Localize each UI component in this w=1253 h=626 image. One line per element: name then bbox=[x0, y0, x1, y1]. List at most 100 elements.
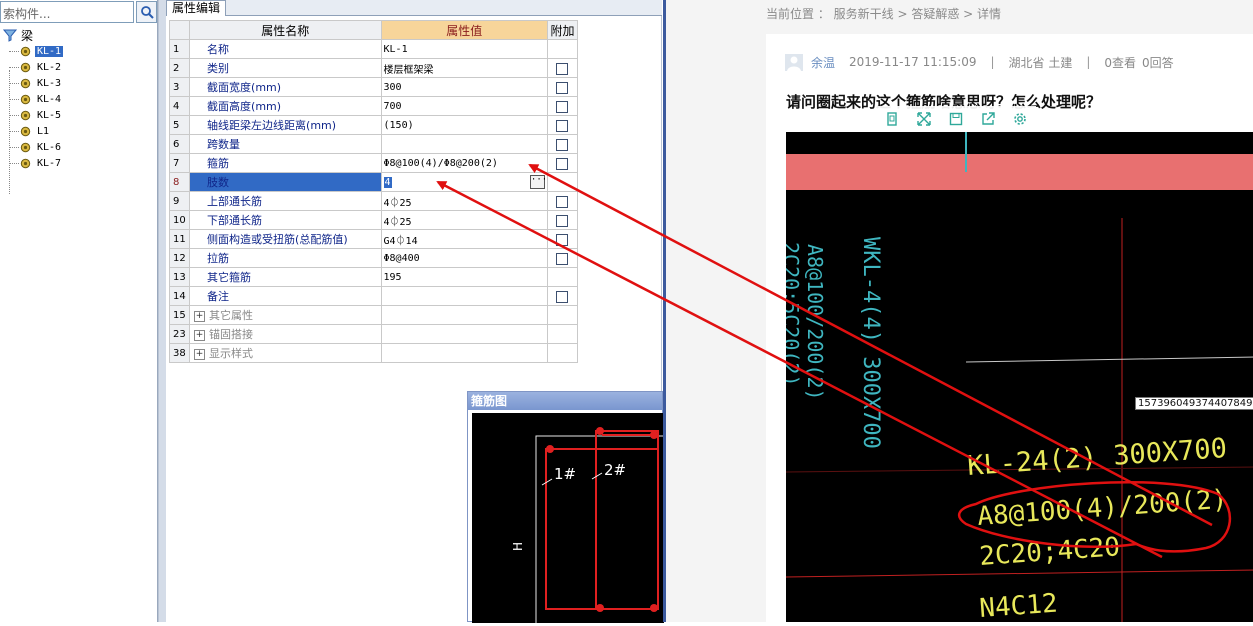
property-row[interactable]: 2 类别 楼层框架梁 bbox=[168, 58, 579, 78]
property-name[interactable]: 类别 bbox=[189, 58, 382, 78]
stirrup-diagram-window[interactable]: 箍筋图 1# 2# H bbox=[467, 391, 677, 626]
property-group-name[interactable]: + 显示样式 bbox=[189, 343, 382, 363]
property-name[interactable]: 上部通长筋 bbox=[189, 191, 382, 211]
property-name[interactable]: 拉筋 bbox=[189, 248, 382, 268]
image-save-button[interactable] bbox=[940, 106, 972, 132]
tree-item-kl-5[interactable]: KL-5 bbox=[0, 107, 158, 123]
extra-checkbox[interactable] bbox=[556, 62, 569, 75]
property-name-header[interactable]: 属性名称 bbox=[189, 20, 382, 40]
tab-property-edit[interactable]: 属性编辑 bbox=[166, 0, 227, 16]
extra-checkbox[interactable] bbox=[556, 252, 569, 265]
property-row[interactable]: 12 拉筋 Φ8@400 bbox=[168, 248, 579, 268]
extra-checkbox[interactable] bbox=[556, 233, 569, 246]
image-open-button[interactable] bbox=[972, 106, 1004, 132]
property-row[interactable]: 15 + 其它属性 bbox=[168, 305, 579, 325]
property-name[interactable]: 侧面构造或受扭筋(总配筋值) bbox=[189, 229, 382, 249]
tree-item-l1[interactable]: L1 bbox=[0, 123, 158, 139]
property-row[interactable]: 3 截面宽度(mm) 300 bbox=[168, 77, 579, 97]
tree-item-kl-3[interactable]: KL-3 bbox=[0, 75, 158, 91]
property-name[interactable]: 其它箍筋 bbox=[189, 267, 382, 287]
property-row[interactable]: 11 侧面构造或受扭筋(总配筋值) G4⏀14 bbox=[168, 229, 579, 249]
property-row[interactable]: 14 备注 bbox=[168, 286, 579, 306]
property-name[interactable]: 下部通长筋 bbox=[189, 210, 382, 230]
property-row[interactable]: 9 上部通长筋 4⏀25 bbox=[168, 191, 579, 211]
property-value[interactable]: (150) bbox=[380, 115, 548, 135]
property-value[interactable]: G4⏀14 bbox=[380, 229, 548, 249]
tree-item-kl-2[interactable]: KL-2 bbox=[0, 59, 158, 75]
search-input[interactable]: 索构件... bbox=[0, 1, 134, 23]
property-value[interactable] bbox=[380, 305, 548, 325]
property-name[interactable]: 轴线距梁左边线距离(mm) bbox=[189, 115, 382, 135]
question-photo[interactable]: WKL-4(4) 300X700 A8@100/200(2) 2C20;5C20… bbox=[786, 132, 1253, 622]
property-value-header[interactable]: 属性值 bbox=[380, 20, 548, 40]
property-value-editor[interactable]: 4 ··· bbox=[380, 172, 548, 192]
extra-checkbox[interactable] bbox=[556, 214, 569, 227]
extra-cell[interactable] bbox=[546, 58, 579, 78]
image-fullscreen-button[interactable] bbox=[908, 106, 940, 132]
property-value[interactable] bbox=[380, 343, 548, 363]
expand-icon[interactable]: + bbox=[194, 329, 206, 341]
property-group-name[interactable]: + 锚固搭接 bbox=[189, 324, 382, 344]
property-value[interactable]: 楼层框架梁 bbox=[380, 58, 548, 78]
property-value[interactable]: Φ8@400 bbox=[380, 248, 548, 268]
image-original-button[interactable] bbox=[876, 106, 908, 132]
extra-header[interactable]: 附加 bbox=[546, 20, 579, 40]
property-name[interactable]: 备注 bbox=[189, 286, 382, 306]
property-row[interactable]: 38 + 显示样式 bbox=[168, 343, 579, 363]
property-name[interactable]: 截面宽度(mm) bbox=[189, 77, 382, 97]
property-value[interactable] bbox=[380, 134, 548, 154]
extra-cell[interactable] bbox=[546, 153, 579, 173]
property-row[interactable]: 6 跨数量 bbox=[168, 134, 579, 154]
stirrup-window-title[interactable]: 箍筋图 bbox=[468, 392, 662, 410]
property-row[interactable]: 13 其它箍筋 195 bbox=[168, 267, 579, 287]
extra-checkbox[interactable] bbox=[556, 290, 569, 303]
property-value[interactable] bbox=[380, 324, 548, 344]
pane-splitter[interactable] bbox=[158, 0, 166, 622]
ellipsis-button[interactable]: ··· bbox=[529, 175, 546, 189]
extra-checkbox[interactable] bbox=[556, 195, 569, 208]
property-row[interactable]: 8 肢数 4 ··· bbox=[168, 172, 579, 192]
avatar[interactable] bbox=[785, 53, 803, 71]
extra-checkbox[interactable] bbox=[556, 138, 569, 151]
property-row[interactable]: 5 轴线距梁左边线距离(mm) (150) bbox=[168, 115, 579, 135]
property-row[interactable]: 1 名称 KL-1 bbox=[168, 39, 579, 59]
property-name[interactable]: 名称 bbox=[189, 39, 382, 59]
extra-checkbox[interactable] bbox=[556, 81, 569, 94]
search-button[interactable] bbox=[136, 1, 157, 23]
property-value[interactable]: 195 bbox=[380, 267, 548, 287]
tree-item-kl-7[interactable]: KL-7 bbox=[0, 155, 158, 171]
property-value[interactable]: Φ8@100(4)/Φ8@200(2) bbox=[380, 153, 548, 173]
property-value[interactable]: 300 bbox=[380, 77, 548, 97]
tree-item-kl-1[interactable]: KL-1 bbox=[0, 43, 158, 59]
extra-cell[interactable] bbox=[546, 286, 579, 306]
property-name[interactable]: 肢数 bbox=[189, 172, 382, 192]
extra-cell[interactable] bbox=[546, 248, 579, 268]
property-value[interactable]: KL-1 bbox=[380, 39, 548, 59]
extra-checkbox[interactable] bbox=[556, 157, 569, 170]
property-name[interactable]: 箍筋 bbox=[189, 153, 382, 173]
property-name[interactable]: 截面高度(mm) bbox=[189, 96, 382, 116]
expand-icon[interactable]: + bbox=[194, 310, 206, 322]
property-row[interactable]: 7 箍筋 Φ8@100(4)/Φ8@200(2) bbox=[168, 153, 579, 173]
extra-cell[interactable] bbox=[546, 115, 579, 135]
property-value[interactable]: 4⏀25 bbox=[380, 191, 548, 211]
expand-icon[interactable]: + bbox=[194, 348, 206, 360]
extra-cell[interactable] bbox=[546, 77, 579, 97]
image-settings-button[interactable] bbox=[1004, 106, 1036, 132]
property-name[interactable]: 跨数量 bbox=[189, 134, 382, 154]
extra-cell[interactable] bbox=[546, 229, 579, 249]
property-value[interactable]: 700 bbox=[380, 96, 548, 116]
extra-cell[interactable] bbox=[546, 134, 579, 154]
property-value[interactable] bbox=[380, 286, 548, 306]
extra-cell[interactable] bbox=[546, 191, 579, 211]
author-name[interactable]: 余温 bbox=[811, 54, 835, 71]
extra-checkbox[interactable] bbox=[556, 119, 569, 132]
property-row[interactable]: 4 截面高度(mm) 700 bbox=[168, 96, 579, 116]
property-row[interactable]: 10 下部通长筋 4⏀25 bbox=[168, 210, 579, 230]
extra-checkbox[interactable] bbox=[556, 100, 569, 113]
tree-item-kl-4[interactable]: KL-4 bbox=[0, 91, 158, 107]
property-value[interactable]: 4⏀25 bbox=[380, 210, 548, 230]
breadcrumb[interactable]: 当前位置 ： 服务新干线 > 答疑解惑 > 详情 bbox=[766, 5, 1001, 22]
extra-cell[interactable] bbox=[546, 96, 579, 116]
tree-item-kl-6[interactable]: KL-6 bbox=[0, 139, 158, 155]
